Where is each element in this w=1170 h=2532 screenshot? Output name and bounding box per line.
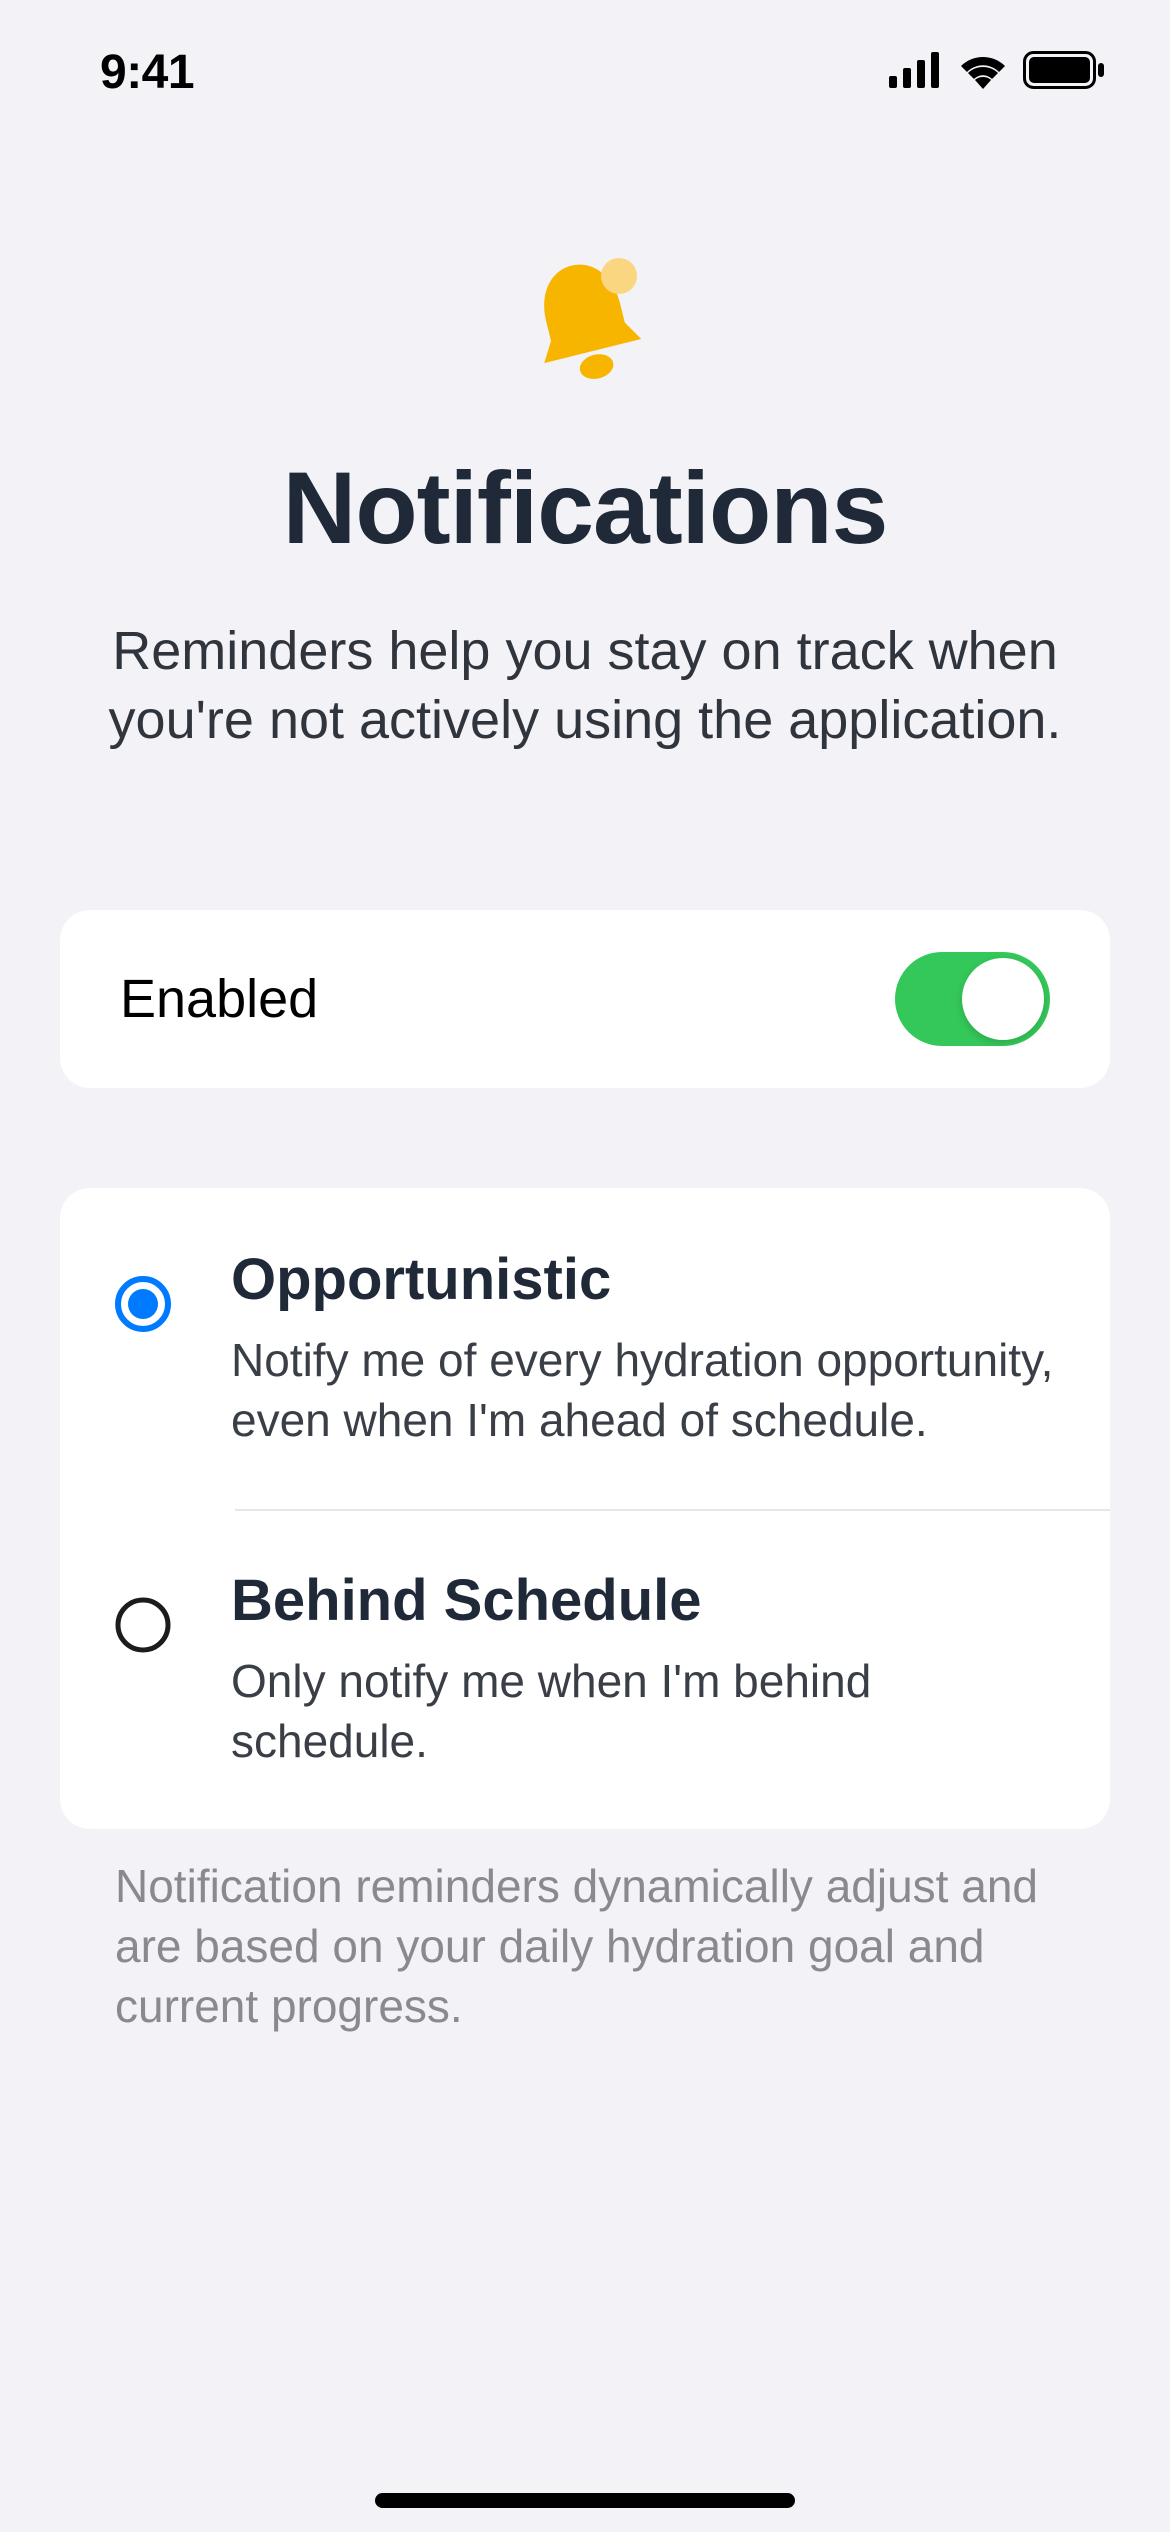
wifi-icon bbox=[957, 51, 1009, 94]
enabled-toggle[interactable] bbox=[895, 952, 1050, 1046]
option-opportunistic[interactable]: Opportunistic Notify me of every hydrati… bbox=[60, 1188, 1110, 1509]
bell-badge-icon bbox=[60, 250, 1110, 390]
status-indicators bbox=[889, 51, 1105, 94]
notification-mode-options: Opportunistic Notify me of every hydrati… bbox=[60, 1188, 1110, 1829]
battery-icon bbox=[1023, 51, 1105, 94]
page-title: Notifications bbox=[60, 450, 1110, 567]
option-description: Notify me of every hydration opportunity… bbox=[231, 1331, 1055, 1451]
switch-knob bbox=[962, 958, 1044, 1040]
option-body: Opportunistic Notify me of every hydrati… bbox=[231, 1246, 1055, 1451]
option-title: Behind Schedule bbox=[231, 1567, 1055, 1634]
page-subtitle: Reminders help you stay on track when yo… bbox=[60, 617, 1110, 755]
options-footnote: Notification reminders dynamically adjus… bbox=[60, 1857, 1110, 2036]
radio-unselected-icon bbox=[115, 1597, 171, 1653]
cellular-icon bbox=[889, 52, 943, 93]
status-bar: 9:41 bbox=[0, 0, 1170, 120]
option-description: Only notify me when I'm behind schedule. bbox=[231, 1652, 1055, 1772]
radio-selected-icon bbox=[115, 1276, 171, 1332]
enabled-row: Enabled bbox=[60, 910, 1110, 1088]
enabled-label: Enabled bbox=[120, 968, 318, 1030]
option-behind-schedule[interactable]: Behind Schedule Only notify me when I'm … bbox=[60, 1509, 1110, 1830]
home-indicator[interactable] bbox=[375, 2493, 795, 2508]
option-title: Opportunistic bbox=[231, 1246, 1055, 1313]
option-body: Behind Schedule Only notify me when I'm … bbox=[231, 1567, 1055, 1772]
status-time: 9:41 bbox=[100, 45, 194, 100]
